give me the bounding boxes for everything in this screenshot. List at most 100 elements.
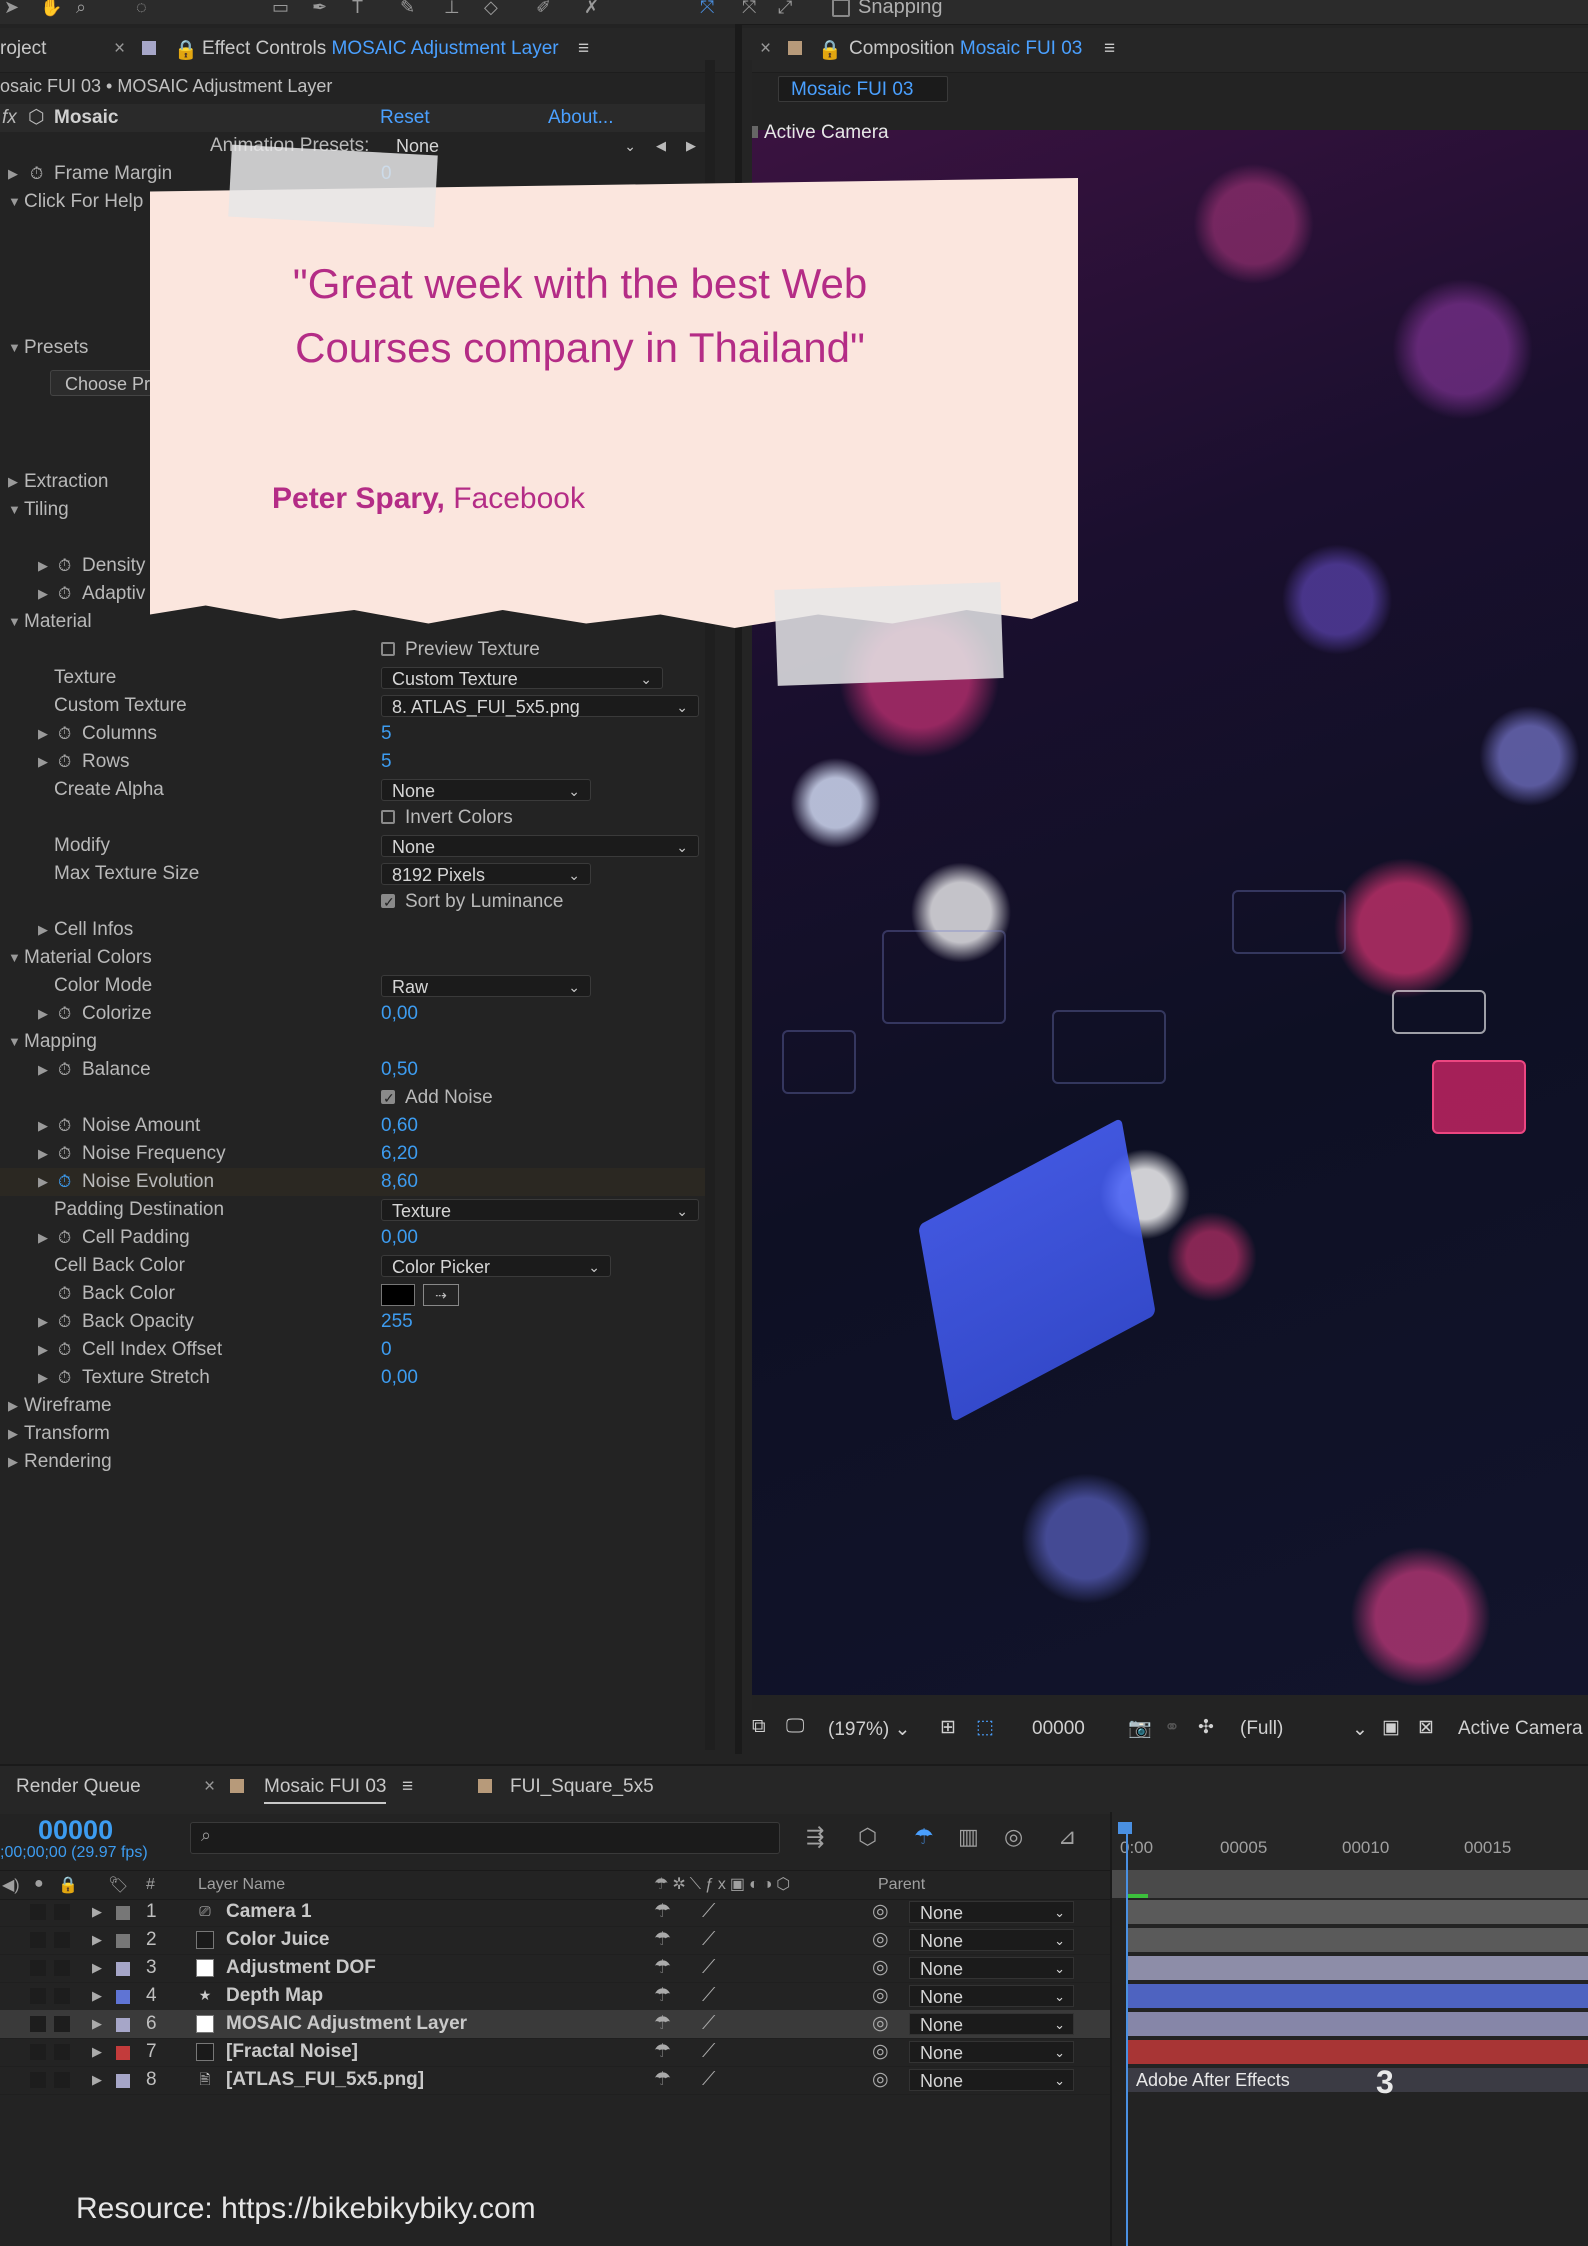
pickwhip-icon[interactable]: ◎ [872,1954,889,1982]
rows-value[interactable]: 5 [381,748,392,776]
quality-switch-icon[interactable]: ⟋ [702,2038,715,2066]
close-icon[interactable]: × [760,38,771,60]
modify-dropdown[interactable]: None ⌄ [381,835,699,857]
noise-frequency-value[interactable]: 6,20 [381,1140,418,1168]
stopwatch-icon[interactable]: ⏱ [58,1000,71,1028]
layer-name[interactable]: Camera 1 [226,1898,312,1926]
text-tool-icon[interactable]: T [352,0,372,16]
quality-switch-icon[interactable]: ⟋ [702,2066,715,2094]
columns-value[interactable]: 5 [381,720,392,748]
graph-editor-icon[interactable]: ⊿ [1058,1824,1076,1850]
texture-dropdown[interactable]: Custom Texture ⌄ [381,667,663,689]
layer-bar[interactable] [1126,1984,1588,2008]
solo-toggle[interactable] [30,1960,46,1976]
layer-bar[interactable] [1126,1956,1588,1980]
parent-dropdown[interactable]: None ⌄ [909,2013,1074,2035]
tab-composition[interactable]: Composition Mosaic FUI 03 [849,38,1082,60]
snapshot-icon[interactable]: 📷 [1128,1716,1152,1740]
resolution-dropdown[interactable]: (Full) ⌄ [1240,1718,1368,1740]
shy-switch-icon[interactable]: ☂ [654,2010,671,2038]
lock-icon[interactable]: 🔒 [58,1875,78,1895]
monitor-icon[interactable]: 🖵 [786,1716,804,1738]
fx-icon[interactable]: fx [2,104,17,132]
draft-3d-icon[interactable]: ⬡ [858,1824,877,1850]
color-channels-icon[interactable]: ✣ [1198,1716,1214,1739]
quality-switch-icon[interactable]: ⟋ [702,1954,715,1982]
layer-row[interactable]: ▶ 7 [Fractal Noise] ☂ ⟋ ◎ None ⌄ [0,2038,1110,2067]
parent-dropdown[interactable]: None ⌄ [909,1985,1074,2007]
layer-row[interactable]: ▶ 8 🖹 [ATLAS_FUI_5x5.png] ☂ ⟋ ◎ None ⌄ [0,2066,1110,2095]
panel-menu-icon[interactable]: ≡ [402,1776,413,1798]
layer-label-color[interactable] [116,2018,130,2032]
expand-icon[interactable]: ▶ [38,1112,48,1140]
preset-next-icon[interactable]: ▶ [686,132,696,160]
eraser-tool-icon[interactable]: ◇ [484,0,504,16]
tab-mosaic-fui-03[interactable]: Mosaic FUI 03 [264,1776,387,1804]
tab-effect-controls[interactable]: Effect Controls MOSAIC Adjustment Layer [202,38,559,60]
stopwatch-icon[interactable]: ⏱ [58,1280,71,1308]
layer-label-color[interactable] [116,1934,130,1948]
expand-icon[interactable]: ▶ [92,1954,102,1982]
tab-project[interactable]: roject [0,38,46,60]
quality-switch-icon[interactable]: ⟋ [702,1898,715,1926]
axis-view-icon[interactable]: ⤢ [778,0,798,16]
pickwhip-icon[interactable]: ◎ [872,2010,889,2038]
pen-tool-icon[interactable]: ✒ [312,0,332,16]
comp-breadcrumb-button[interactable]: Mosaic FUI 03 [778,76,948,102]
label-tag-icon[interactable]: 🏷 [108,1875,128,1895]
layer-name[interactable]: [ATLAS_FUI_5x5.png] [226,2066,424,2094]
stopwatch-icon[interactable]: ⏱ [58,1224,71,1252]
layer-label-color[interactable] [116,1990,130,2004]
expand-icon[interactable]: ▶ [38,1056,48,1084]
collapse-icon[interactable]: ▼ [8,334,21,362]
camera-view-dropdown[interactable]: Active Camera [1458,1718,1583,1740]
solo-icon[interactable]: ● [34,1875,44,1893]
collapse-icon[interactable]: ▼ [8,496,21,524]
shy-switch-icon[interactable]: ☂ [654,2038,671,2066]
layer-search-input[interactable]: ⌕ [190,1822,780,1854]
layer-name[interactable]: MOSAIC Adjustment Layer [226,2010,467,2038]
color-mode-dropdown[interactable]: Raw ⌄ [381,975,591,997]
roto-tool-icon[interactable]: ✐ [536,0,556,16]
expand-icon[interactable]: ▶ [8,468,18,496]
lock-toggle[interactable] [54,2044,70,2060]
expand-icon[interactable]: ▶ [38,1000,48,1028]
layer-name[interactable]: Color Juice [226,1926,329,1954]
pickwhip-icon[interactable]: ◎ [872,2038,889,2066]
lock-toggle[interactable] [54,2072,70,2088]
parent-dropdown[interactable]: None ⌄ [909,1901,1074,1923]
add-noise-checkbox[interactable] [381,1084,395,1112]
layer-row[interactable]: ▶ 4 ★ Depth Map ☂ ⟋ ◎ None ⌄ [0,1982,1110,2011]
max-texture-size-dropdown[interactable]: 8192 Pixels ⌄ [381,863,591,885]
lock-toggle[interactable] [54,1988,70,2004]
noise-evolution-value[interactable]: 8,60 [381,1168,418,1196]
roi-icon[interactable]: ⬚ [976,1716,994,1739]
tab-fui-square[interactable]: FUI_Square_5x5 [510,1776,654,1798]
shy-switch-icon[interactable]: ☂ [654,2066,671,2094]
pickwhip-icon[interactable]: ◎ [872,1926,889,1954]
audio-icon[interactable]: ◀) [2,1875,20,1895]
expand-icon[interactable]: ▶ [8,1392,18,1420]
layer-bar[interactable] [1126,1928,1588,1952]
region-icon[interactable]: ▣ [1382,1716,1400,1739]
expand-icon[interactable]: ▶ [38,1168,48,1196]
expand-icon[interactable]: ▶ [38,1140,48,1168]
layer-bar[interactable] [1126,2040,1588,2064]
expand-icon[interactable]: ▶ [38,720,48,748]
stopwatch-icon[interactable]: ⏱ [58,580,71,608]
stopwatch-icon[interactable]: ⏱ [30,160,43,188]
col-parent[interactable]: Parent [878,1876,925,1894]
layer-row[interactable]: ▶ 6 MOSAIC Adjustment Layer ☂ ⟋ ◎ None ⌄ [0,2010,1110,2039]
lock-icon[interactable]: 🔒 [174,38,198,62]
solo-toggle[interactable] [30,2044,46,2060]
layer-label-color[interactable] [116,2074,130,2088]
pickwhip-icon[interactable]: ◎ [872,1898,889,1926]
parent-dropdown[interactable]: None ⌄ [909,1957,1074,1979]
expand-icon[interactable]: ▶ [92,1898,102,1926]
panel-menu-icon[interactable]: ≡ [578,38,589,60]
padding-destination-dropdown[interactable]: Texture ⌄ [381,1199,699,1221]
layer-label-color[interactable] [116,1906,130,1920]
invert-colors-checkbox[interactable] [381,810,395,824]
expand-icon[interactable]: ▶ [92,1982,102,2010]
snapping-toggle[interactable]: Snapping [832,0,943,19]
